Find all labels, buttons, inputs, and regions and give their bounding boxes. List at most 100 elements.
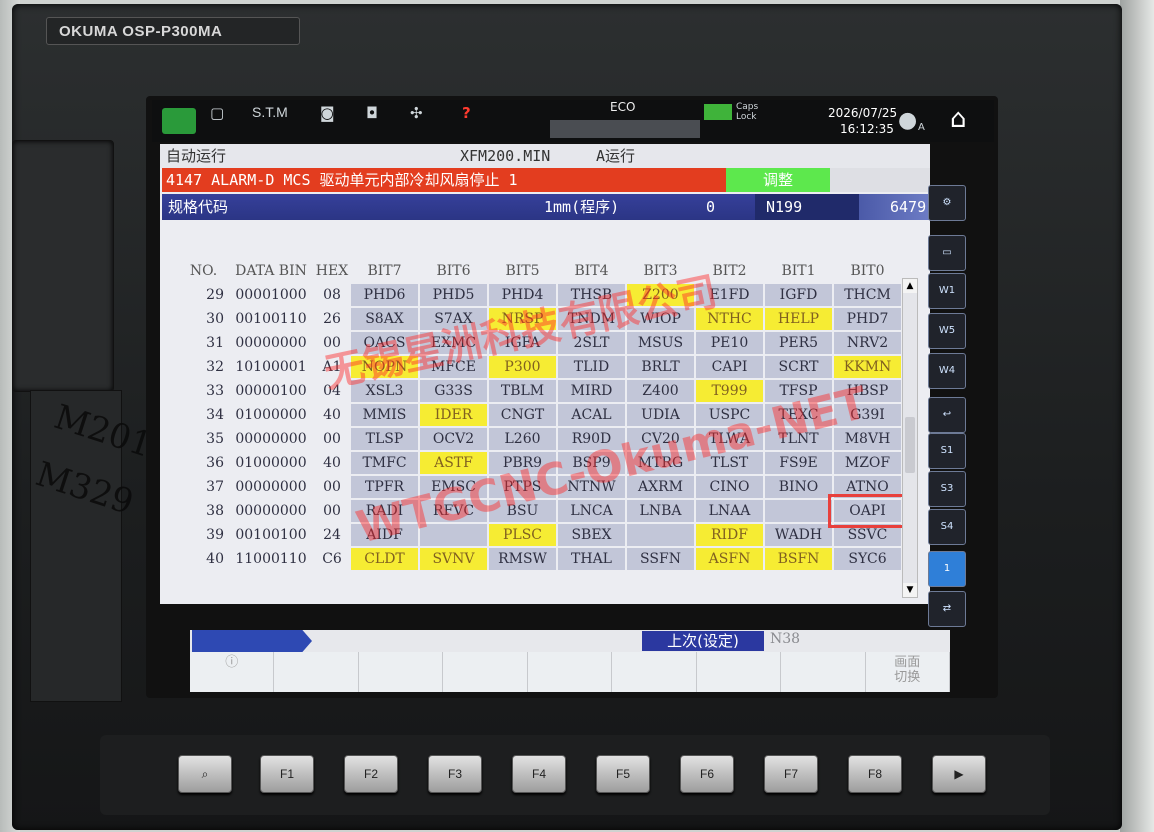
table-row[interactable]: 37 00000000 00 TPFR EMSC PTPS NTNW AXRM CINO BINO…	[180, 476, 901, 498]
bit-cell[interactable]: S7AX	[420, 308, 487, 330]
bit-cell[interactable]: TLSP	[351, 428, 418, 450]
bit-cell[interactable]: CV20	[627, 428, 694, 450]
scroll-up-icon[interactable]: ▲	[903, 279, 917, 293]
bit-cell[interactable]: CINO	[696, 476, 763, 498]
next-page-icon[interactable]: ▶	[932, 755, 986, 793]
f7-key[interactable]: F7	[764, 755, 818, 793]
bit-cell[interactable]: BSP9	[558, 452, 625, 474]
search-key-icon[interactable]: ⌕	[178, 755, 232, 793]
page-one-button[interactable]: 1	[928, 551, 966, 587]
bit-cell[interactable]: TMFC	[351, 452, 418, 474]
bit-cell[interactable]: OAPI	[828, 494, 907, 528]
bit-cell[interactable]: TFSP	[765, 380, 832, 402]
bit-cell[interactable]: SSVC	[834, 524, 901, 546]
window-w1-button[interactable]: W1	[928, 273, 966, 309]
bit-cell[interactable]: RMSW	[489, 548, 556, 570]
bit-cell[interactable]: AXRM	[627, 476, 694, 498]
bit-cell[interactable]: NTNW	[558, 476, 625, 498]
bit-cell[interactable]: CAPI	[696, 356, 763, 378]
bit-cell[interactable]: TNDM	[558, 308, 625, 330]
bit-cell[interactable]: SYC6	[834, 548, 901, 570]
bit-cell[interactable]: BSU	[489, 500, 556, 522]
bit-cell[interactable]: KKMN	[834, 356, 901, 378]
bit-cell[interactable]: TLWA	[696, 428, 763, 450]
softkey-6[interactable]	[697, 652, 782, 692]
bit-cell[interactable]: WIOP	[627, 308, 694, 330]
table-row[interactable]: 31 00000000 00 OACS EXMC IGFA 2SLT MSUS PE10 PER5…	[180, 332, 901, 354]
bit-cell[interactable]	[420, 524, 487, 546]
bit-cell[interactable]: RIDF	[696, 524, 763, 546]
table-row[interactable]: 38 00000000 00 RADI RFVC BSU LNCA LNBA LNAA OAPI	[180, 494, 907, 528]
bit-cell[interactable]: PTPS	[489, 476, 556, 498]
f8-key[interactable]: F8	[848, 755, 902, 793]
bit-cell[interactable]: MSUS	[627, 332, 694, 354]
bit-cell[interactable]: BINO	[765, 476, 832, 498]
bit-cell[interactable]: TLST	[696, 452, 763, 474]
bit-cell[interactable]: TEXC	[765, 404, 832, 426]
bit-cell[interactable]: M8VH	[834, 428, 901, 450]
bit-cell[interactable]: NRSP	[489, 308, 556, 330]
bit-cell[interactable]: MMIS	[351, 404, 418, 426]
softkey-4[interactable]	[528, 652, 613, 692]
bit-cell[interactable]: TLNT	[765, 428, 832, 450]
table-row[interactable]: 35 00000000 00 TLSP OCV2 L260 R90D CV20 TLWA TLNT…	[180, 428, 901, 450]
bit-cell[interactable]: P300	[489, 356, 556, 378]
bit-cell[interactable]: EMSC	[420, 476, 487, 498]
bit-cell[interactable]: ASTF	[420, 452, 487, 474]
bit-cell[interactable]: PHD4	[489, 284, 556, 306]
screen-s1-button[interactable]: S1	[928, 433, 966, 469]
vertical-scrollbar[interactable]: ▲ ▼	[902, 278, 918, 598]
screen-s3-button[interactable]: S3	[928, 471, 966, 507]
bit-cell[interactable]: FS9E	[765, 452, 832, 474]
bit-cell[interactable]: HELP	[765, 308, 832, 330]
f4-key[interactable]: F4	[512, 755, 566, 793]
bit-cell[interactable]: IGFD	[765, 284, 832, 306]
bit-cell[interactable]: TBLM	[489, 380, 556, 402]
softkey-3[interactable]	[443, 652, 528, 692]
bit-cell[interactable]: OACS	[351, 332, 418, 354]
bit-cell[interactable]: G33S	[420, 380, 487, 402]
bit-cell[interactable]: LNCA	[558, 500, 625, 522]
table-row[interactable]: 33 00000100 04 XSL3 G33S TBLM MIRD Z400 T999 TFSP…	[180, 380, 901, 402]
f2-key[interactable]: F2	[344, 755, 398, 793]
bit-cell[interactable]: L260	[489, 428, 556, 450]
softkey-5[interactable]	[612, 652, 697, 692]
bit-cell[interactable]: ACAL	[558, 404, 625, 426]
bit-cell[interactable]: USPC	[696, 404, 763, 426]
bit-cell[interactable]: IDER	[420, 404, 487, 426]
bit-cell[interactable]: ATNO	[834, 476, 901, 498]
softkey-2[interactable]	[359, 652, 444, 692]
bit-cell[interactable]: G39I	[834, 404, 901, 426]
bit-cell[interactable]: SSFN	[627, 548, 694, 570]
window-w5-button[interactable]: W5	[928, 313, 966, 349]
home-icon[interactable]: ⌂	[950, 104, 967, 134]
bit-cell[interactable]: WADH	[765, 524, 832, 546]
bit-cell[interactable]: LNAA	[696, 500, 763, 522]
bit-cell[interactable]: CNGT	[489, 404, 556, 426]
bit-cell[interactable]	[627, 524, 694, 546]
bit-cell[interactable]: EXMC	[420, 332, 487, 354]
bit-cell[interactable]: LNBA	[627, 500, 694, 522]
table-row[interactable]: 36 01000000 40 TMFC ASTF PBR9 BSP9 MTRG TLST FS9E…	[180, 452, 901, 474]
bit-cell[interactable]: R90D	[558, 428, 625, 450]
table-row[interactable]: 32 10100001 A1 NOPN MFCE P300 TLID BRLT CAPI SCRT…	[180, 356, 901, 378]
f5-key[interactable]: F5	[596, 755, 650, 793]
bit-cell[interactable]: PHD7	[834, 308, 901, 330]
settings-icon[interactable]: ⚙	[928, 185, 966, 221]
bit-cell[interactable]: T999	[696, 380, 763, 402]
bit-cell[interactable]	[765, 500, 832, 522]
bit-cell[interactable]: ASFN	[696, 548, 763, 570]
bit-cell[interactable]: SVNV	[420, 548, 487, 570]
bit-cell[interactable]: THSB	[558, 284, 625, 306]
bit-cell[interactable]: OCV2	[420, 428, 487, 450]
return-icon[interactable]: ↩	[928, 397, 966, 433]
bit-cell[interactable]: HBSP	[834, 380, 901, 402]
screen-switch-softkey[interactable]: 画面 切换	[866, 652, 950, 692]
f3-key[interactable]: F3	[428, 755, 482, 793]
bit-cell[interactable]: MIRD	[558, 380, 625, 402]
bit-cell[interactable]: MTRG	[627, 452, 694, 474]
table-row[interactable]: 29 00001000 08 PHD6 PHD5 PHD4 THSB Z200 E1FD IGFD…	[180, 284, 901, 306]
table-row[interactable]: 30 00100110 26 S8AX S7AX NRSP TNDM WIOP NTHC HELP…	[180, 308, 901, 330]
bit-cell[interactable]: TLID	[558, 356, 625, 378]
bit-cell[interactable]: PHD5	[420, 284, 487, 306]
